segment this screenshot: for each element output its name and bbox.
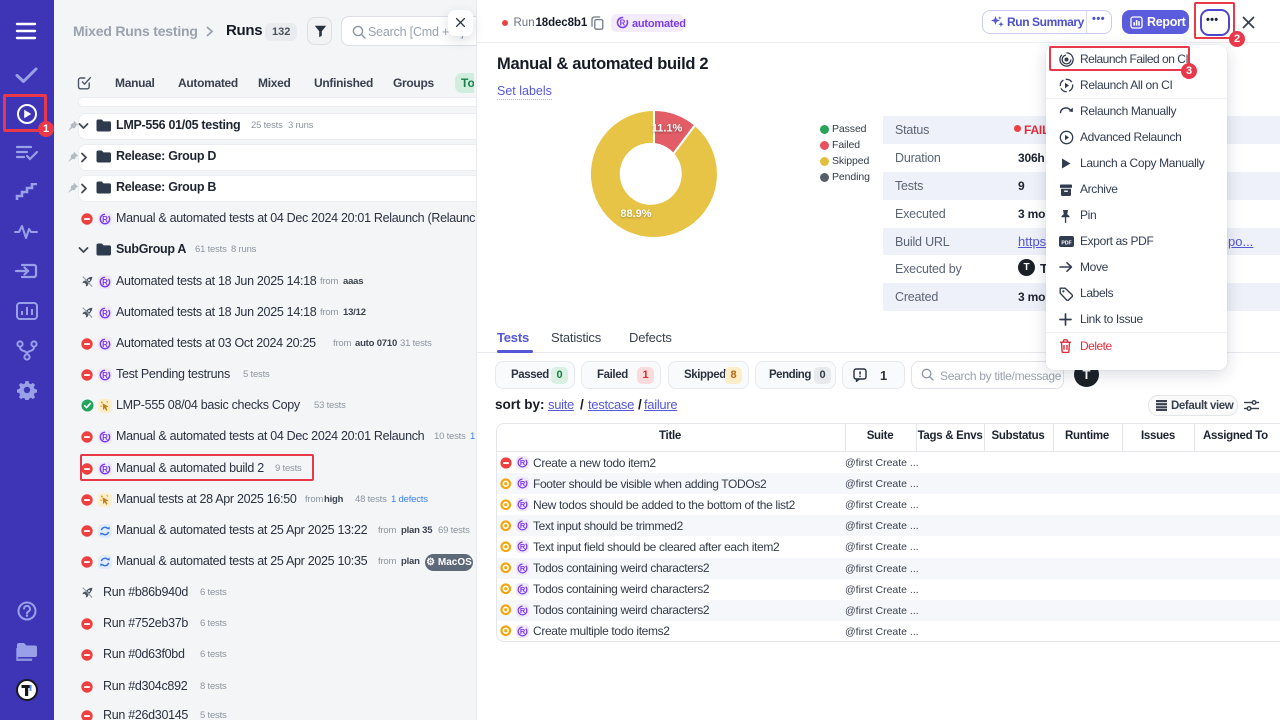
svg-text:R: R (520, 479, 526, 488)
svg-text:R: R (520, 585, 526, 594)
svg-text:88.9%: 88.9% (620, 208, 651, 220)
svg-text:R: R (102, 215, 108, 224)
svg-text:R: R (102, 340, 108, 349)
svg-text:R: R (102, 371, 108, 380)
svg-text:R: R (520, 606, 526, 615)
svg-text:R: R (520, 627, 526, 636)
svg-text:R: R (520, 564, 526, 573)
svg-text:R: R (102, 433, 108, 442)
svg-text:R: R (520, 458, 526, 467)
svg-text:R: R (520, 500, 526, 509)
svg-text:R: R (520, 521, 526, 530)
svg-text:R: R (520, 542, 526, 551)
svg-text:PDF: PDF (1061, 240, 1071, 246)
svg-text:11.1%: 11.1% (652, 123, 683, 135)
svg-text:R: R (102, 278, 108, 287)
svg-text:R: R (102, 309, 108, 318)
svg-text:R: R (620, 18, 626, 27)
